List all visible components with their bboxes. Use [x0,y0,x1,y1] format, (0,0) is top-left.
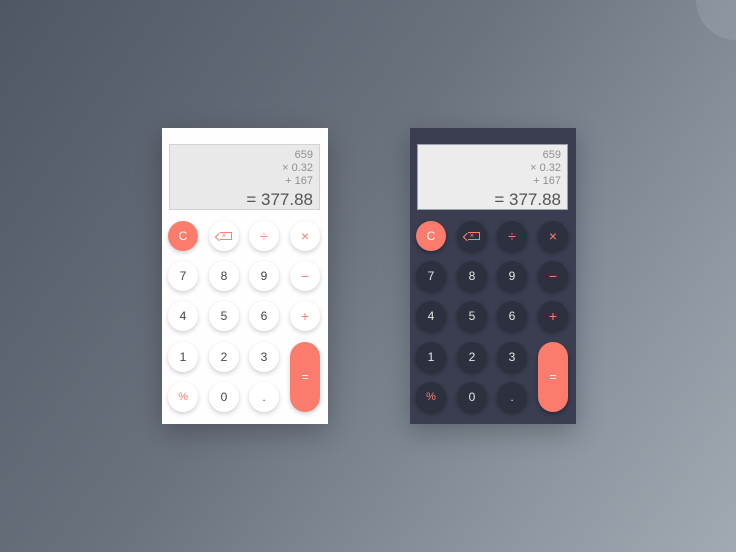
display: 659 × 0.32 + 167 = 377.88 [417,144,568,210]
percent-button[interactable]: % [416,382,446,412]
key-9[interactable]: 9 [497,261,527,291]
clear-button[interactable]: C [416,221,446,251]
key-2[interactable]: 2 [209,342,239,372]
background-decoration [696,0,736,40]
divide-button[interactable]: ÷ [249,221,279,251]
equals-button[interactable]: = [538,342,568,412]
key-1[interactable]: 1 [168,342,198,372]
key-3[interactable]: 3 [497,342,527,372]
key-4[interactable]: 4 [168,301,198,331]
key-0[interactable]: 0 [209,382,239,412]
key-6[interactable]: 6 [497,301,527,331]
divide-button[interactable]: ÷ [497,221,527,251]
history-line-1: 659 [542,149,561,161]
key-1[interactable]: 1 [416,342,446,372]
key-2[interactable]: 2 [457,342,487,372]
history-line-3: + 167 [285,175,313,187]
key-5[interactable]: 5 [457,301,487,331]
history-line-1: 659 [294,149,313,161]
multiply-button[interactable]: × [290,221,320,251]
key-8[interactable]: 8 [209,261,239,291]
multiply-button[interactable]: × [538,221,568,251]
calculator-light: 659 × 0.32 + 167 = 377.88 C × ÷ × 7 8 9 … [162,128,328,424]
history-line-2: × 0.32 [530,162,561,174]
key-0[interactable]: 0 [457,382,487,412]
display: 659 × 0.32 + 167 = 377.88 [169,144,320,210]
key-7[interactable]: 7 [416,261,446,291]
backspace-icon: × [467,231,480,240]
calculator-dark: 659 × 0.32 + 167 = 377.88 C × ÷ × 7 8 9 … [410,128,576,424]
plus-button[interactable]: + [538,301,568,331]
decimal-button[interactable]: . [497,382,527,412]
backspace-icon: × [219,231,232,240]
equals-button[interactable]: = [290,342,320,412]
clear-button[interactable]: C [168,221,198,251]
percent-button[interactable]: % [168,382,198,412]
minus-button[interactable]: − [538,261,568,291]
decimal-button[interactable]: . [249,382,279,412]
key-3[interactable]: 3 [249,342,279,372]
minus-button[interactable]: − [290,261,320,291]
result: = 377.88 [246,190,313,209]
key-4[interactable]: 4 [416,301,446,331]
backspace-button[interactable]: × [457,221,487,251]
result: = 377.88 [494,190,561,209]
plus-button[interactable]: + [290,301,320,331]
key-6[interactable]: 6 [249,301,279,331]
history-line-3: + 167 [533,175,561,187]
key-9[interactable]: 9 [249,261,279,291]
key-5[interactable]: 5 [209,301,239,331]
backspace-button[interactable]: × [209,221,239,251]
key-8[interactable]: 8 [457,261,487,291]
key-7[interactable]: 7 [168,261,198,291]
history-line-2: × 0.32 [282,162,313,174]
